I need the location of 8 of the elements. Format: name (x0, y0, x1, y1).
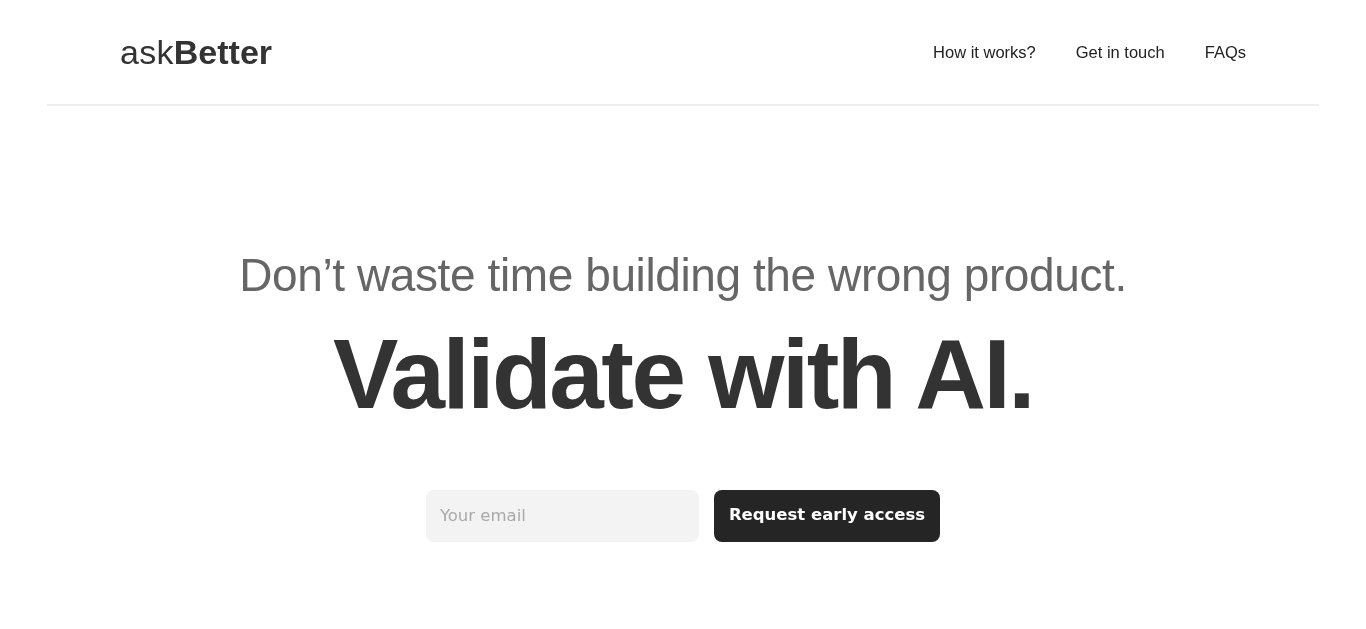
request-access-button[interactable]: Request early access (713, 489, 941, 542)
nav-link[interactable]: Get in touch (1075, 39, 1165, 65)
headline: Validate with AI. (332, 318, 1034, 432)
logo[interactable]: askBetter (120, 31, 273, 73)
nav-link[interactable]: FAQs (1204, 39, 1246, 65)
nav-link[interactable]: How it works? (933, 39, 1036, 65)
email-field[interactable]: Your email (425, 489, 699, 542)
tagline: Don’t waste time building the wrong product. (238, 248, 1128, 303)
